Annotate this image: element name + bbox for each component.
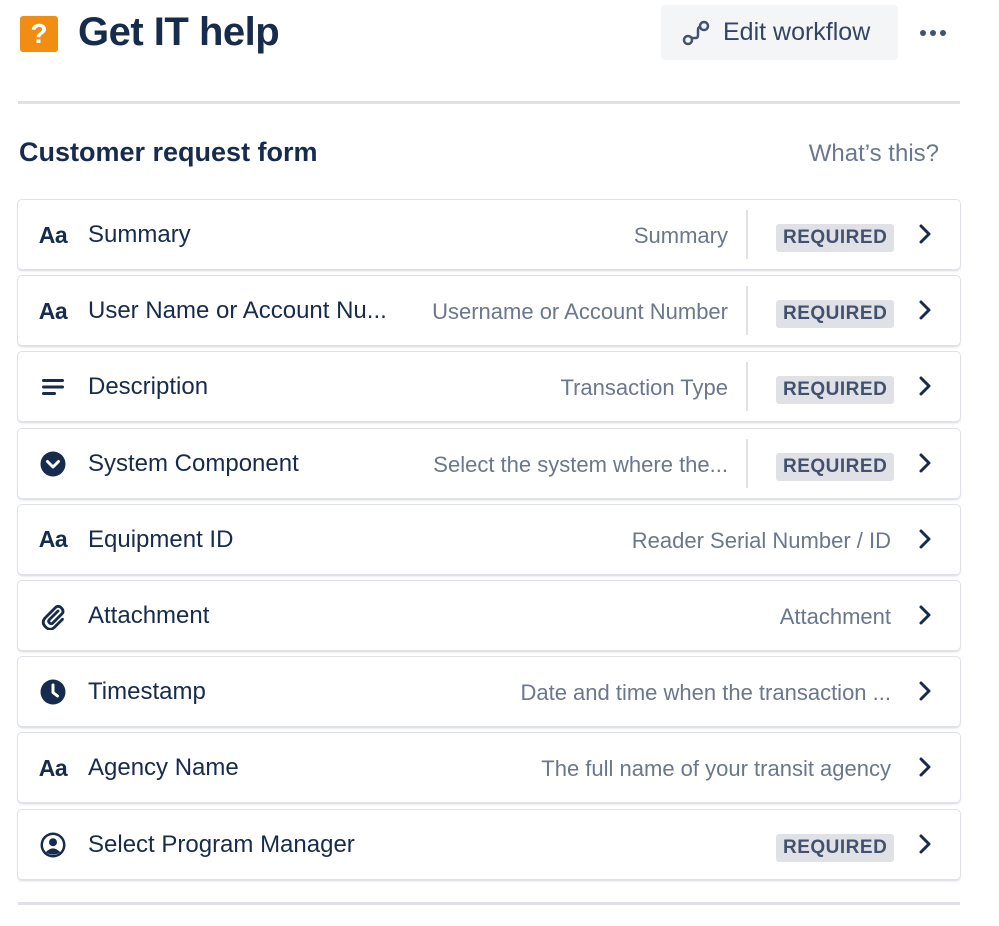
field-row[interactable]: System Component Select the system where … (18, 428, 960, 498)
paragraph-icon (38, 373, 68, 401)
question-icon: ? (20, 16, 58, 52)
field-description: Reader Serial Number / ID (631, 527, 891, 553)
chevron-right-icon[interactable] (914, 298, 936, 322)
field-separator (746, 362, 748, 412)
chevron-right-icon[interactable] (914, 679, 936, 703)
bottom-divider (18, 902, 960, 905)
field-name: Select Program Manager (88, 830, 355, 858)
field-description: Summary (633, 223, 728, 248)
field-separator (746, 210, 748, 259)
more-options-icon[interactable] (913, 18, 953, 48)
field-name: System Component (88, 449, 299, 477)
required-badge: REQUIRED (776, 376, 895, 405)
field-description: Attachment (779, 603, 891, 629)
top-divider (18, 101, 960, 104)
chevron-right-icon[interactable] (914, 374, 936, 398)
field-name: Agency Name (88, 754, 239, 782)
chevron-right-icon[interactable] (914, 451, 936, 475)
chevron-right-icon[interactable] (914, 603, 936, 627)
text-type-icon: Aa (38, 221, 68, 248)
field-description: Transaction Type (560, 375, 728, 401)
field-name: User Name or Account Nu... (88, 297, 387, 325)
dropdown-icon (38, 450, 68, 478)
chevron-right-icon[interactable] (914, 832, 936, 856)
chevron-right-icon[interactable] (914, 527, 936, 551)
required-badge: REQUIRED (776, 452, 895, 481)
edit-workflow-button[interactable]: Edit workflow (661, 5, 898, 60)
clock-icon (38, 678, 68, 706)
field-separator (746, 438, 748, 488)
field-row[interactable]: Aa User Name or Account Nu... Username or … (18, 276, 960, 346)
user-icon (38, 831, 68, 859)
field-name: Description (88, 373, 209, 401)
field-description: The full name of your transit agency (541, 756, 891, 782)
text-type-icon: Aa (38, 526, 68, 553)
text-type-icon: Aa (38, 297, 68, 324)
field-name: Attachment (88, 601, 210, 629)
text-type-icon: Aa (38, 754, 68, 781)
field-name: Summary (88, 221, 191, 248)
header: ? Get IT help Edit workflow (18, 0, 960, 70)
field-row[interactable]: Attachment Attachment (18, 580, 960, 650)
field-list: Aa Summary Summary REQUIRED Aa User Name or A… (18, 200, 960, 886)
field-row[interactable]: Aa Agency Name The full name of your trans… (18, 733, 960, 803)
section-title: Customer request form (19, 137, 318, 167)
field-row[interactable]: Aa Equipment ID Reader Serial Number / ID (18, 504, 960, 574)
field-description: Select the system where the... (433, 451, 728, 477)
chevron-right-icon[interactable] (914, 755, 936, 779)
field-description: Username or Account Number (432, 299, 728, 325)
field-row[interactable]: Timestamp Date and time when the transact… (18, 657, 960, 727)
required-badge: REQUIRED (776, 224, 895, 252)
edit-workflow-label: Edit workflow (723, 18, 871, 46)
field-description: Date and time when the transaction ... (520, 680, 891, 706)
required-badge: REQUIRED (776, 833, 895, 862)
field-row[interactable]: Description Transaction Type REQUIRED (18, 352, 960, 422)
whats-this-link[interactable]: What’s this? (809, 140, 939, 168)
field-row[interactable]: Aa Summary Summary REQUIRED (18, 200, 960, 269)
attachment-icon (38, 602, 68, 630)
field-name: Timestamp (88, 678, 206, 706)
field-separator (746, 286, 748, 336)
field-row[interactable]: Select Program Manager REQUIRED (18, 809, 960, 879)
field-name: Equipment ID (88, 525, 234, 553)
page-title: Get IT help (78, 10, 280, 54)
required-badge: REQUIRED (776, 300, 895, 329)
chevron-right-icon[interactable] (914, 222, 936, 246)
workflow-icon (682, 20, 710, 45)
